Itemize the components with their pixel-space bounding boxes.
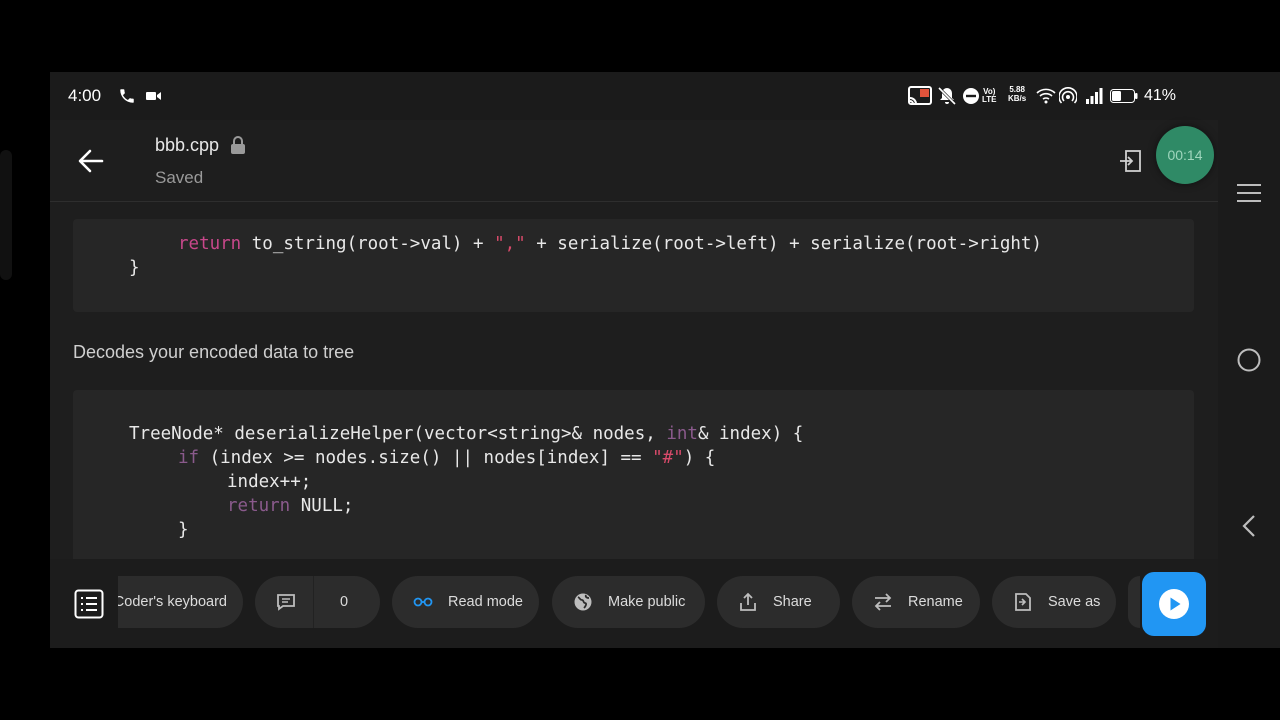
signal-icon — [1085, 86, 1103, 106]
code-keyword: if — [178, 448, 200, 468]
code-string: "#" — [652, 448, 684, 468]
recents-button[interactable] — [1236, 180, 1262, 206]
video-camera-icon — [146, 86, 162, 106]
coders-keyboard-button[interactable]: Coder's keyboard — [118, 576, 243, 628]
code-text: + serialize(root->left) + serialize(root… — [525, 234, 1042, 254]
code-text: NULL; — [290, 496, 354, 516]
lock-icon — [230, 136, 246, 159]
rename-label: Rename — [908, 594, 963, 610]
code-text: (index >= nodes.size() || nodes[index] =… — [199, 448, 653, 468]
back-button[interactable] — [76, 146, 106, 176]
code-type: int — [666, 424, 698, 444]
code-block-deserialize[interactable]: TreeNode* deserializeHelper(vector<strin… — [73, 390, 1194, 559]
timer-text: 00:14 — [1167, 147, 1203, 163]
share-button[interactable]: Share — [717, 576, 840, 628]
exit-fullscreen-button[interactable] — [1118, 148, 1144, 174]
file-name: bbb.cpp — [155, 135, 220, 155]
code-line: } — [129, 258, 140, 278]
list-icon — [74, 589, 104, 619]
toolbar-menu-button[interactable] — [74, 589, 104, 619]
make-public-label: Make public — [608, 594, 686, 610]
save-as-button[interactable]: Save as — [992, 576, 1116, 628]
editor-header: bbb.cpp Saved 00:14 — [50, 120, 1218, 202]
code-block-serialize[interactable]: return to_string(root->val) + "," + seri… — [73, 219, 1194, 312]
code-line: return to_string(root->val) + "," + seri… — [178, 232, 1042, 256]
code-description: Decodes your encoded data to tree — [73, 342, 355, 362]
battery-percent: 41% — [1144, 87, 1177, 104]
play-icon — [1159, 589, 1189, 619]
hotspot-icon — [1059, 86, 1077, 106]
bottom-toolbar: Coder's keyboard 0 Read mode Make public — [50, 559, 1218, 648]
save-status: Saved — [155, 168, 204, 187]
comment-icon — [275, 591, 297, 613]
mute-bell-icon — [937, 86, 957, 106]
device-edge — [0, 150, 12, 280]
code-string: "," — [494, 234, 526, 254]
read-mode-label: Read mode — [448, 594, 523, 610]
cast-icon — [908, 86, 932, 106]
globe-icon — [572, 591, 594, 613]
read-mode-button[interactable]: Read mode — [392, 576, 539, 628]
comments-count: 0 — [340, 594, 349, 610]
code-line: index++; — [227, 472, 312, 492]
menu-lines-icon — [1237, 184, 1261, 202]
code-line: TreeNode* deserializeHelper(vector<strin… — [129, 422, 803, 446]
run-button[interactable] — [1142, 572, 1206, 636]
coders-keyboard-label: Coder's keyboard — [118, 594, 227, 610]
circle-icon — [1237, 348, 1261, 372]
next-pill-edge — [1128, 576, 1140, 628]
pill-divider — [313, 576, 314, 628]
save-as-icon — [1012, 591, 1034, 613]
glasses-icon — [412, 591, 434, 613]
dnd-icon — [962, 86, 980, 106]
status-bar: 4:00 Vo) LTE 5.88 KB/s 41% — [50, 72, 1280, 120]
network-speed: 5.88 KB/s — [1008, 85, 1027, 103]
make-public-button[interactable]: Make public — [552, 576, 705, 628]
exit-icon — [1120, 150, 1141, 172]
code-text: ) { — [683, 448, 716, 468]
wifi-icon — [1036, 86, 1056, 106]
swap-arrows-icon — [872, 591, 894, 613]
system-nav-bar — [1218, 120, 1280, 648]
code-text: TreeNode* deserializeHelper(vector<strin… — [129, 424, 667, 444]
code-line: if (index >= nodes.size() || nodes[index… — [178, 446, 715, 470]
battery-icon — [1110, 86, 1138, 106]
code-line: } — [178, 520, 189, 540]
recording-timer[interactable]: 00:14 — [1156, 126, 1214, 184]
share-icon — [737, 591, 759, 613]
code-keyword: return — [178, 234, 242, 254]
phone-call-icon — [118, 86, 136, 106]
app-screen: 4:00 Vo) LTE 5.88 KB/s 41% bbb.cpp Saved… — [50, 72, 1280, 648]
home-button[interactable] — [1236, 347, 1262, 373]
status-time: 4:00 — [68, 86, 102, 105]
arrow-left-icon — [78, 149, 104, 173]
volte-icon: Vo) LTE — [982, 87, 997, 104]
comments-button[interactable]: 0 — [255, 576, 380, 628]
code-text: & index) { — [697, 424, 804, 444]
code-text: to_string(root->val) + — [241, 234, 495, 254]
code-keyword: return — [227, 496, 291, 516]
code-content[interactable]: return to_string(root->val) + "," + seri… — [50, 203, 1218, 559]
back-nav-button[interactable] — [1236, 513, 1262, 539]
rename-button[interactable]: Rename — [852, 576, 980, 628]
share-label: Share — [773, 594, 812, 610]
chevron-left-icon — [1242, 515, 1255, 537]
save-as-label: Save as — [1048, 594, 1101, 610]
code-line: return NULL; — [227, 494, 353, 518]
